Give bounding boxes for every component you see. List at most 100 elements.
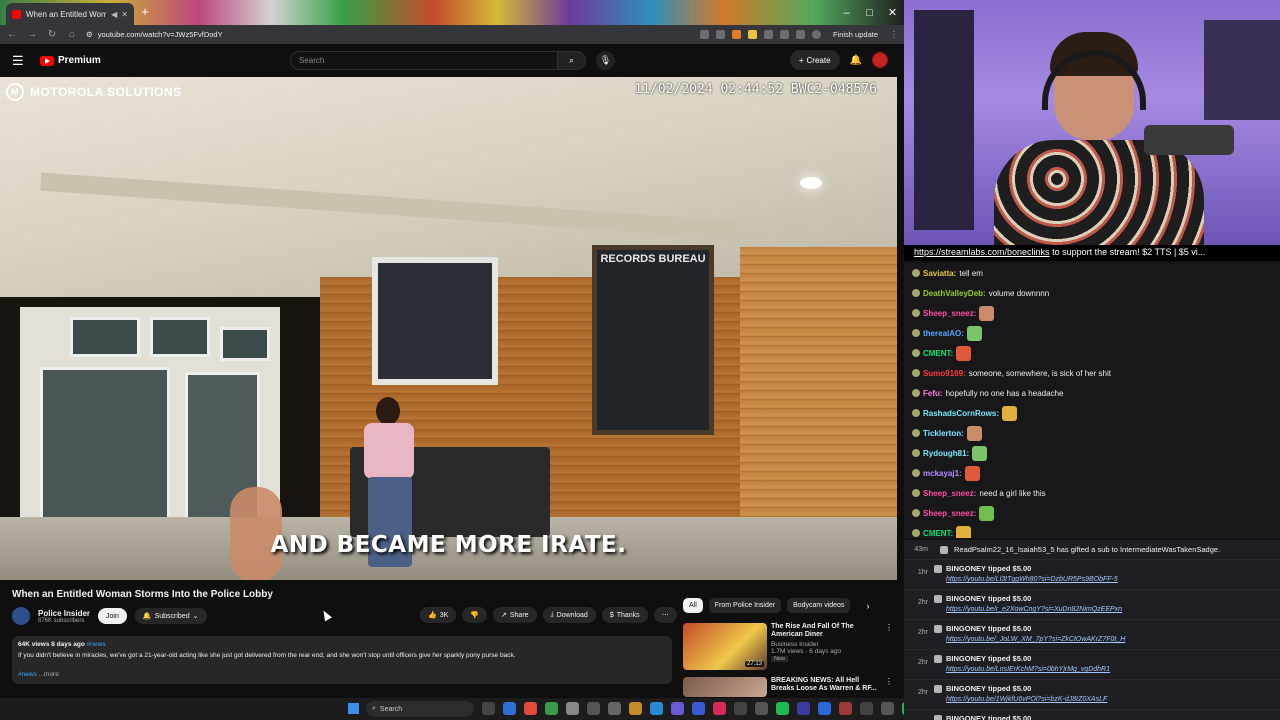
extensions-puzzle-icon[interactable] bbox=[779, 30, 789, 39]
chat-username[interactable]: Sheep_sneez: bbox=[923, 309, 976, 318]
related-menu-icon[interactable]: ⋮ bbox=[885, 677, 893, 697]
related-title[interactable]: BREAKING NEWS: All Hell Breaks Loose As … bbox=[771, 677, 881, 693]
chat-username[interactable]: CMENT: bbox=[923, 349, 953, 358]
discord-icon[interactable] bbox=[671, 702, 684, 715]
subscribed-button[interactable]: 🔔 Subscribed ⌄ bbox=[134, 608, 207, 624]
app-icon[interactable] bbox=[587, 702, 600, 715]
channel-avatar[interactable] bbox=[12, 607, 30, 625]
related-thumbnail[interactable]: 27:13 bbox=[683, 623, 767, 670]
app-icon[interactable] bbox=[692, 702, 705, 715]
more-link[interactable]: ...more bbox=[39, 671, 59, 678]
spotify-icon[interactable] bbox=[776, 702, 789, 715]
bell-icon[interactable]: 🔔 bbox=[850, 55, 862, 66]
speaker-icon[interactable]: ◀ bbox=[111, 10, 117, 19]
tip-link[interactable]: https://youtu.be/1WjkfU6vPOl?si=bzK-dJ8t… bbox=[934, 696, 1280, 703]
tip-link[interactable]: https://youtu.be/LnsIErKchM?si=0bhYjrMg_… bbox=[934, 666, 1280, 673]
chip-all[interactable]: All bbox=[683, 598, 703, 613]
reload-icon[interactable]: ↻ bbox=[46, 29, 58, 40]
video-player[interactable]: RECORDS BUREAU M MOTOROLA SOLUTIONS 11/0… bbox=[0, 77, 897, 580]
app-icon[interactable] bbox=[524, 702, 537, 715]
browser-tab[interactable]: When an Entitled Woman S... ◀ ✕ bbox=[6, 3, 134, 25]
chat-username[interactable]: Rydough81: bbox=[923, 449, 969, 458]
chat-username[interactable]: DeathValleyDeb: bbox=[923, 289, 986, 298]
home-icon[interactable]: ⌂ bbox=[66, 29, 78, 40]
site-info-icon[interactable]: ⚙ bbox=[86, 30, 93, 39]
channel-name[interactable]: Police Insider bbox=[38, 609, 90, 618]
taskbar-search[interactable]: ⌕ Search bbox=[366, 701, 474, 717]
app-icon[interactable] bbox=[860, 702, 873, 715]
hamburger-icon[interactable]: ☰ bbox=[12, 53, 30, 69]
app-icon[interactable] bbox=[503, 702, 516, 715]
app-icon[interactable] bbox=[650, 702, 663, 715]
chat-username[interactable]: Saviatta: bbox=[923, 269, 956, 278]
extension-icon[interactable] bbox=[747, 30, 757, 39]
support-banner-link[interactable]: https://streamlabs.com/boneclinks bbox=[914, 247, 1050, 257]
share-button[interactable]: ↗ Share bbox=[493, 607, 537, 623]
close-tab-icon[interactable]: ✕ bbox=[121, 10, 128, 19]
related-video[interactable]: BREAKING NEWS: All Hell Breaks Loose As … bbox=[683, 677, 893, 697]
search-button[interactable]: ⌕ bbox=[558, 51, 586, 70]
chat-username[interactable]: Fefu: bbox=[923, 389, 943, 398]
chat-username[interactable]: RashadsCornRows: bbox=[923, 409, 999, 418]
browser-menu-icon[interactable]: ⋮ bbox=[890, 30, 898, 39]
related-thumbnail[interactable] bbox=[683, 677, 767, 697]
user-avatar[interactable] bbox=[872, 52, 888, 68]
related-menu-icon[interactable]: ⋮ bbox=[885, 623, 893, 670]
back-icon[interactable]: ← bbox=[6, 29, 18, 40]
chat-username[interactable]: mckayaj1: bbox=[923, 469, 962, 478]
chip-bodycam[interactable]: Bodycam videos bbox=[787, 598, 851, 613]
mic-button[interactable]: 🎙 bbox=[596, 51, 615, 70]
maximize-icon[interactable]: □ bbox=[858, 0, 881, 25]
chat-username[interactable]: Sheep_sneez: bbox=[923, 489, 976, 498]
app-icon[interactable] bbox=[566, 702, 579, 715]
windows-start-icon[interactable] bbox=[348, 703, 359, 714]
new-tab-button[interactable]: + bbox=[138, 5, 152, 19]
like-button[interactable]: 👍 3K bbox=[420, 607, 457, 623]
cast-icon[interactable] bbox=[699, 30, 709, 39]
chat-username[interactable]: therealAO: bbox=[923, 329, 964, 338]
search-input[interactable]: Search bbox=[290, 51, 558, 70]
chat-username[interactable]: Ticklerton: bbox=[923, 429, 964, 438]
tip-link[interactable]: https://youtu.be/Ll3tTggWh80?si=DzbUR5Ps… bbox=[934, 576, 1280, 583]
app-icon[interactable] bbox=[608, 702, 621, 715]
close-window-icon[interactable]: ✕ bbox=[881, 0, 904, 25]
join-button[interactable]: Join bbox=[98, 608, 127, 624]
tip-link[interactable]: https://youtu.be/r_e2XowCngY?si=XuDn82Ni… bbox=[934, 606, 1280, 613]
task-view-icon[interactable] bbox=[482, 702, 495, 715]
description-hashtag[interactable]: #news bbox=[87, 641, 106, 648]
app-icon[interactable] bbox=[734, 702, 747, 715]
forward-icon[interactable]: → bbox=[26, 29, 38, 40]
extension-icon[interactable] bbox=[731, 30, 741, 39]
download-button[interactable]: ⤓ Download bbox=[542, 607, 596, 623]
finish-update-button[interactable]: Finish update bbox=[829, 30, 882, 39]
create-button[interactable]: + Create bbox=[789, 50, 840, 70]
profile-icon[interactable] bbox=[811, 30, 821, 39]
tip-link[interactable]: https://youtu.be/_JoLW_XM_7pY?si=ZkCtOwA… bbox=[934, 636, 1280, 643]
chat-username[interactable]: Sheep_sneez: bbox=[923, 509, 976, 518]
chip-from-channel[interactable]: From Police Insider bbox=[708, 598, 782, 613]
chevron-right-icon[interactable]: › bbox=[866, 601, 869, 611]
download-tray-icon[interactable] bbox=[795, 30, 805, 39]
minimize-icon[interactable]: – bbox=[835, 0, 858, 25]
folder-icon[interactable] bbox=[629, 702, 642, 715]
extension-icon[interactable] bbox=[763, 30, 773, 39]
description-tag[interactable]: #news bbox=[18, 671, 37, 678]
youtube-logo[interactable]: Premium bbox=[40, 55, 101, 66]
more-actions-button[interactable]: ⋯ bbox=[653, 607, 677, 623]
related-video[interactable]: 27:13 The Rise And Fall Of The American … bbox=[683, 623, 893, 670]
thanks-button[interactable]: $ Thanks bbox=[601, 607, 648, 623]
description-box[interactable]: 64K views 8 days ago #news If you didn't… bbox=[12, 636, 672, 684]
app-icon[interactable] bbox=[797, 702, 810, 715]
app-icon[interactable] bbox=[881, 702, 894, 715]
app-icon[interactable] bbox=[713, 702, 726, 715]
description-more[interactable]: #news ...more bbox=[18, 671, 666, 678]
url-field[interactable]: ⚙ youtube.com/watch?v=JWz5FvfDodY bbox=[86, 30, 692, 39]
bookmark-star-icon[interactable] bbox=[715, 30, 725, 39]
chat-username[interactable]: Sumo9169: bbox=[923, 369, 966, 378]
chat-username[interactable]: CMENT: bbox=[923, 529, 953, 538]
app-icon[interactable] bbox=[818, 702, 831, 715]
related-title[interactable]: The Rise And Fall Of The American Diner bbox=[771, 623, 881, 639]
app-icon[interactable] bbox=[839, 702, 852, 715]
app-icon[interactable] bbox=[755, 702, 768, 715]
dislike-button[interactable]: 👎 bbox=[462, 607, 487, 623]
